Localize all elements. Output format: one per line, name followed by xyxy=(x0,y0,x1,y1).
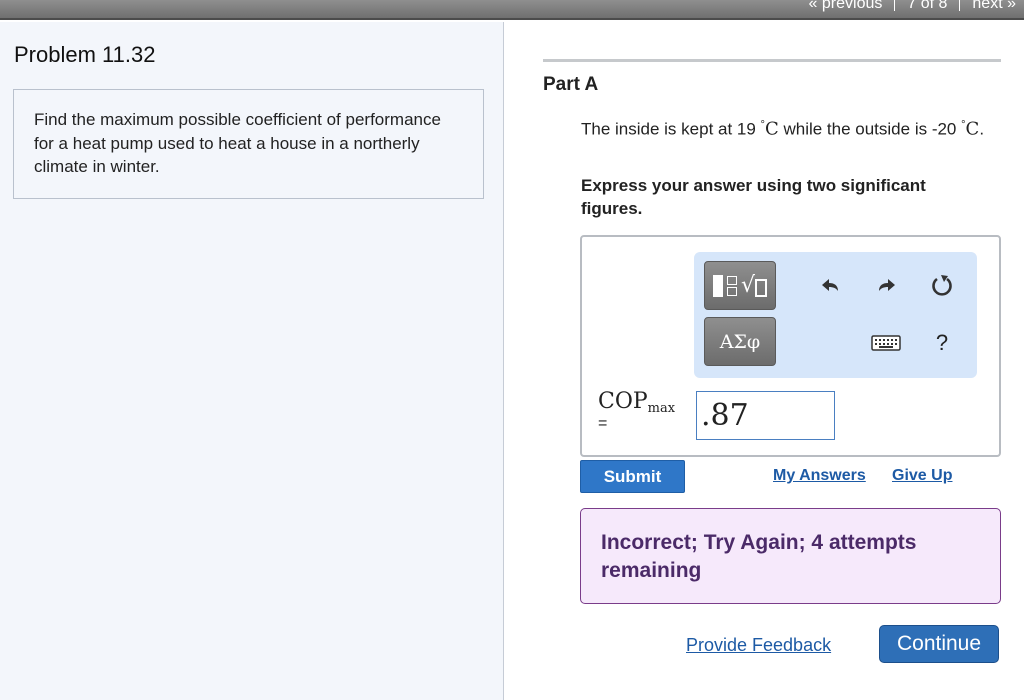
redo-button[interactable] xyxy=(871,271,901,301)
question-text: The inside is kept at 19 °C while the ou… xyxy=(581,114,991,141)
question-text-middle: while the outside is -20 xyxy=(778,119,962,139)
answer-panel: √ ΑΣφ ? COPmax = .87 xyxy=(580,235,1001,457)
give-up-link[interactable]: Give Up xyxy=(892,467,952,485)
problem-navigation: « previous 7 of 8 next » xyxy=(809,0,1016,14)
templates-button[interactable]: √ xyxy=(704,261,776,310)
help-button[interactable]: ? xyxy=(927,328,957,358)
provide-feedback-link[interactable]: Provide Feedback xyxy=(686,635,831,656)
inside-unit: C xyxy=(764,118,779,140)
part-title: Part A xyxy=(543,74,599,95)
math-toolbar: √ ΑΣφ ? xyxy=(694,252,977,378)
undo-icon xyxy=(822,279,838,291)
next-link[interactable]: next » xyxy=(972,0,1016,13)
question-text-start: The inside is kept at 19 xyxy=(581,119,761,139)
my-answers-link[interactable]: My Answers xyxy=(773,467,866,485)
answer-variable-label: COPmax xyxy=(598,389,675,416)
problem-position: 7 of 8 xyxy=(907,0,948,12)
reset-icon xyxy=(932,275,952,296)
top-nav-bar: « previous 7 of 8 next » xyxy=(0,0,1024,20)
undo-button[interactable] xyxy=(816,271,846,301)
answer-input[interactable] xyxy=(696,391,835,440)
equals-sign: = xyxy=(598,415,608,432)
keyboard-icon xyxy=(871,335,901,351)
redo-icon xyxy=(879,279,895,291)
outside-unit: C xyxy=(965,118,980,140)
symbols-button[interactable]: ΑΣφ xyxy=(704,317,776,366)
nav-separator xyxy=(959,0,961,11)
templates-icon: √ xyxy=(712,274,768,297)
reset-button[interactable] xyxy=(927,271,957,301)
nav-separator xyxy=(894,0,896,11)
variable-subscript: max xyxy=(647,401,676,416)
answer-instructions: Express your answer using two significan… xyxy=(581,176,926,218)
keyboard-button[interactable] xyxy=(871,328,901,358)
incorrect-feedback-message: Incorrect; Try Again; 4 attempts remaini… xyxy=(580,508,1001,604)
previous-link[interactable]: « previous xyxy=(809,0,883,13)
problem-statement: Find the maximum possible coefficient of… xyxy=(13,89,484,199)
part-divider xyxy=(543,59,1001,62)
problem-title: Problem 11.32 xyxy=(14,42,156,67)
variable-name: COP xyxy=(598,389,648,414)
problem-pane: Problem 11.32 Find the maximum possible … xyxy=(0,22,504,700)
continue-button[interactable]: Continue xyxy=(879,625,999,663)
submit-button[interactable]: Submit xyxy=(580,460,685,493)
question-text-end: . xyxy=(979,119,985,139)
